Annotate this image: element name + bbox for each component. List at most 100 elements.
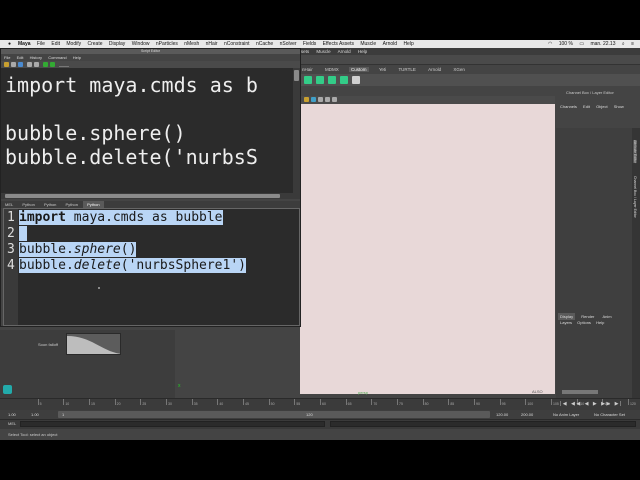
shelf-tab-active[interactable]: Custom <box>349 67 369 72</box>
layer-tab-display[interactable]: Display <box>558 313 576 320</box>
mac-menu-item[interactable]: Window <box>132 40 150 48</box>
tab-python[interactable]: Python <box>18 201 38 208</box>
end-time-field[interactable]: 200.00 <box>519 411 535 418</box>
grid-icon[interactable] <box>318 97 323 102</box>
playback-start-field[interactable]: 1.00 <box>29 411 41 418</box>
layer-menu-item[interactable]: Help <box>596 320 604 325</box>
time-slider[interactable]: 5 10 15 20 25 30 35 40 45 50 55 60 65 70 75 80 85 90 95 100… <box>0 398 640 410</box>
maya-menu-item[interactable]: Help <box>358 49 367 54</box>
history-line: import maya.cmds as b <box>5 73 258 97</box>
se-menu-item[interactable]: File <box>4 55 10 60</box>
viewport-3d[interactable] <box>300 104 555 394</box>
scrollbar-thumb[interactable] <box>5 194 280 198</box>
apple-icon[interactable]: ● <box>8 40 11 48</box>
attribute-editor-tab[interactable]: Attribute Editor <box>633 140 637 164</box>
maya-menu-item[interactable]: Muscle <box>316 49 330 54</box>
mac-app-menu[interactable]: Maya <box>18 40 31 48</box>
shading-icon[interactable] <box>325 97 330 102</box>
se-menu-item[interactable]: Edit <box>17 55 24 60</box>
playback-controls[interactable]: |◀ ◀◀ ◀ ▶ ▶▶ ▶| <box>560 400 632 408</box>
mac-menu-item[interactable]: Fields <box>303 40 316 48</box>
mac-menu-item[interactable]: Help <box>403 40 413 48</box>
mac-menu-item[interactable]: Edit <box>51 40 60 48</box>
battery-icon[interactable]: ▭ <box>579 41 584 47</box>
layer-menu-item[interactable]: Options <box>577 320 591 325</box>
range-slider[interactable]: 1 120 <box>58 411 490 418</box>
channel-box-menu[interactable]: Channels <box>560 104 577 109</box>
execute-icon[interactable] <box>50 62 55 67</box>
history-vertical-scrollbar[interactable] <box>293 68 300 199</box>
shelf-tab[interactable]: MDMX <box>323 67 341 72</box>
maya-menu-item[interactable]: Arnold <box>338 49 351 54</box>
character-set-select[interactable]: No Character Set <box>592 411 627 418</box>
mac-menu-item[interactable]: nConstraint <box>224 40 250 48</box>
battery-label[interactable]: 100 % <box>559 41 573 47</box>
script-input-area[interactable]: 1 2 3 4 import maya.cmds as bubble bubbl… <box>3 208 300 326</box>
shelf-tab[interactable]: XGen <box>451 67 467 72</box>
source-script-icon[interactable] <box>11 62 16 67</box>
playback-end-field[interactable]: 120.00 <box>494 411 510 418</box>
hair-tool-icon[interactable] <box>316 76 324 84</box>
hair-tool-icon[interactable] <box>340 76 348 84</box>
mac-menu-item[interactable]: Create <box>88 40 103 48</box>
falloff-curve-graph[interactable] <box>66 333 121 355</box>
shelf-tab[interactable]: Yeti <box>377 67 388 72</box>
scrollbar-thumb[interactable] <box>294 70 299 81</box>
shelf-tab[interactable]: TURTLE <box>396 67 417 72</box>
mac-menu-item[interactable]: Effects Assets <box>323 40 354 48</box>
code-editor[interactable]: import maya.cmds as bubble bubble.sphere… <box>18 209 299 325</box>
layer-editor-menu: Layers Options Help <box>560 320 608 325</box>
wifi-icon[interactable]: ◠ <box>548 41 552 47</box>
history-horizontal-scrollbar[interactable] <box>1 193 293 199</box>
command-line-input[interactable] <box>20 421 325 427</box>
se-menu-item[interactable]: Command <box>48 55 66 60</box>
notification-icon[interactable]: ≡ <box>631 41 634 47</box>
anim-layer-select[interactable]: No Anim Layer <box>551 411 581 418</box>
shelf-tab[interactable]: Arnold <box>426 67 443 72</box>
se-menu-item[interactable]: Help <box>73 55 81 60</box>
layer-tab-anim[interactable]: Anim <box>601 313 614 320</box>
shelf-tab[interactable]: nHair <box>300 67 315 72</box>
channel-box-menu[interactable]: Object <box>596 104 608 109</box>
mac-menu-item[interactable]: nCache <box>256 40 273 48</box>
mac-menu-item[interactable]: nHair <box>206 40 218 48</box>
start-time-field[interactable]: 1.00 <box>6 411 18 418</box>
camera-icon[interactable] <box>304 97 309 102</box>
search-icon[interactable]: ⌕ <box>622 41 625 47</box>
layer-menu-item[interactable]: Layers <box>560 320 572 325</box>
clear-history-icon[interactable] <box>27 62 32 67</box>
mac-menu-item[interactable]: Muscle <box>360 40 376 48</box>
side-tab-strip: Attribute Editor Channel Box / Layer Edi… <box>632 128 640 438</box>
channel-box-tab[interactable]: Channel Box / Layer Editor <box>633 176 637 218</box>
tab-python[interactable]: Python <box>40 201 60 208</box>
open-script-icon[interactable] <box>4 62 9 67</box>
lighting-icon[interactable] <box>332 97 337 102</box>
channel-box-menu[interactable]: Edit <box>583 104 590 109</box>
timeline-tick <box>320 399 321 405</box>
layer-tab-render[interactable]: Render <box>579 313 596 320</box>
mac-menu-item[interactable]: nSolver <box>280 40 297 48</box>
mac-menu-item[interactable]: Arnold <box>383 40 397 48</box>
tab-mel[interactable]: MEL <box>1 201 17 208</box>
save-script-icon[interactable] <box>18 62 23 67</box>
se-menu-item[interactable]: History <box>30 55 42 60</box>
hair-tool-icon[interactable] <box>328 76 336 84</box>
python-script-icon[interactable] <box>352 76 360 84</box>
layer-scrollbar[interactable] <box>562 390 598 394</box>
mac-menu-item[interactable]: File <box>37 40 45 48</box>
script-history-output[interactable]: import maya.cmds as b bubble.sphere() bu… <box>1 68 293 193</box>
mac-menu-item[interactable]: Display <box>109 40 125 48</box>
tab-python-active[interactable]: Python <box>83 201 104 208</box>
clock[interactable]: man. 22.13 <box>590 41 615 47</box>
mac-menu-item[interactable]: nParticles <box>156 40 178 48</box>
mac-menu-item[interactable]: nMesh <box>184 40 199 48</box>
mac-menu-item[interactable]: Modify <box>66 40 81 48</box>
execute-all-icon[interactable] <box>43 62 48 67</box>
current-tool-icon[interactable] <box>3 385 12 394</box>
view-icon[interactable] <box>311 97 316 102</box>
command-language-label[interactable]: MEL <box>8 421 16 426</box>
channel-box-menu[interactable]: Show <box>614 104 624 109</box>
tab-python[interactable]: Python <box>62 201 82 208</box>
clear-input-icon[interactable] <box>34 62 39 67</box>
hair-tool-icon[interactable] <box>304 76 312 84</box>
